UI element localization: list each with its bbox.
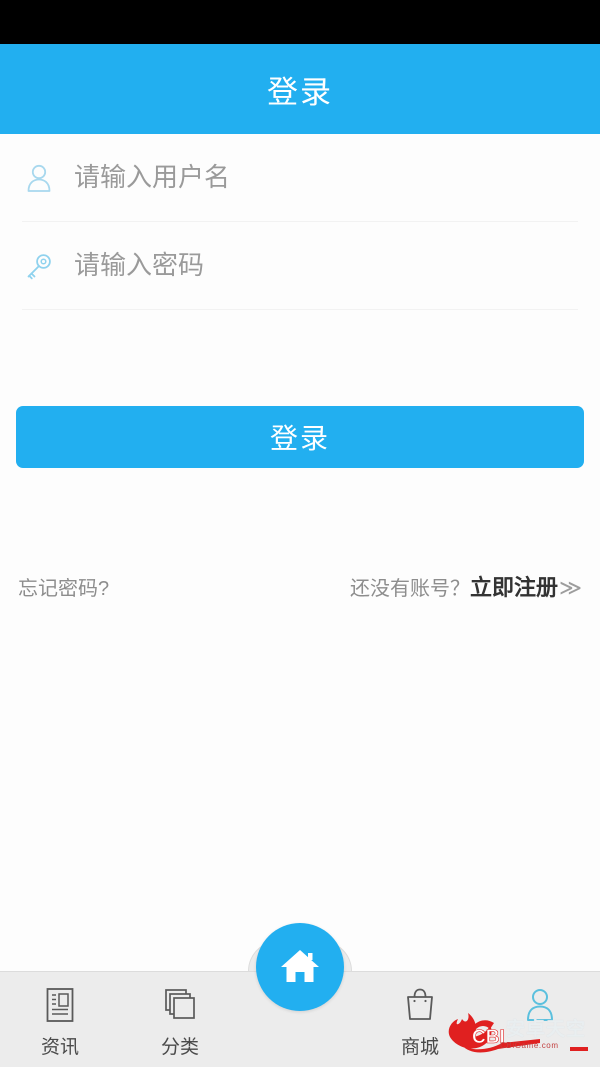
shopping-bag-icon xyxy=(403,984,437,1026)
user-icon xyxy=(22,159,56,197)
tab-categories[interactable]: 分类 xyxy=(120,972,240,1067)
login-button[interactable]: 登录 xyxy=(16,406,584,468)
tab-profile[interactable] xyxy=(480,972,600,1067)
home-button[interactable] xyxy=(256,923,344,1011)
password-field-row[interactable] xyxy=(22,222,578,310)
username-field-row[interactable] xyxy=(22,134,578,222)
news-icon xyxy=(43,984,77,1026)
categories-icon xyxy=(162,984,198,1026)
register-prefix-text: 还没有账号？ xyxy=(349,578,470,600)
forgot-password-link[interactable]: 忘记密码? xyxy=(18,572,109,601)
username-input[interactable] xyxy=(74,162,578,193)
tab-mall[interactable]: 商城 xyxy=(360,972,480,1067)
register-link[interactable]: 还没有账号？ 立即注册 ≫ xyxy=(350,570,582,602)
key-icon xyxy=(22,247,56,285)
password-input[interactable] xyxy=(74,250,578,281)
tab-news[interactable]: 资讯 xyxy=(0,972,120,1067)
status-bar xyxy=(0,0,600,44)
profile-person-icon xyxy=(523,984,557,1026)
page-title: 登录 xyxy=(267,74,333,110)
login-button-container: 登录 xyxy=(0,406,600,468)
tab-news-label: 资讯 xyxy=(40,1037,79,1058)
login-form xyxy=(0,134,600,310)
app-screen: 登录 登 xyxy=(0,0,600,1067)
page-header: 登录 xyxy=(0,44,600,134)
links-row: 忘记密码? 还没有账号？ 立即注册 ≫ xyxy=(0,570,600,602)
chevron-right-double-icon: ≫ xyxy=(558,575,582,600)
home-icon xyxy=(278,945,322,990)
tab-categories-label: 分类 xyxy=(160,1037,199,1058)
register-action-text: 立即注册 xyxy=(469,575,558,600)
tab-mall-label: 商城 xyxy=(400,1037,439,1058)
